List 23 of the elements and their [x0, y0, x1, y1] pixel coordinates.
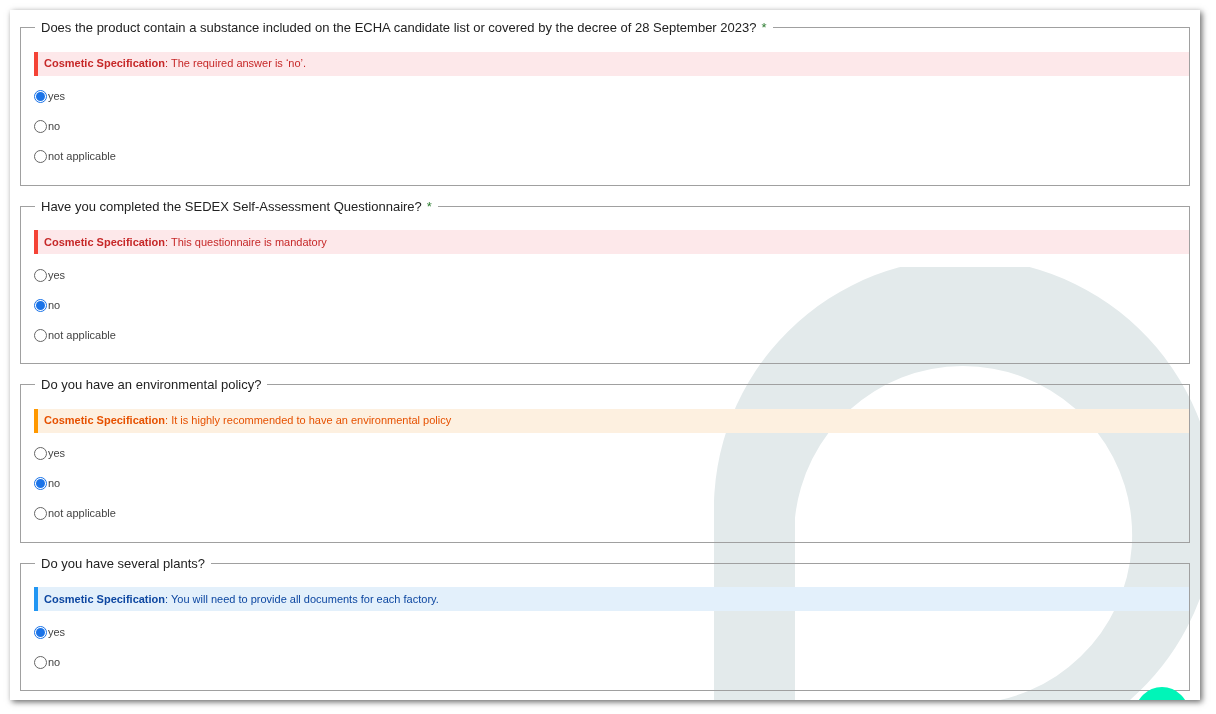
required-mark: *: [761, 20, 767, 35]
radio-option[interactable]: no: [34, 111, 61, 142]
radio-option[interactable]: yes: [34, 617, 66, 647]
radio-option[interactable]: not applicable: [34, 320, 116, 350]
radio-option[interactable]: no: [34, 647, 61, 677]
question-label: Have you completed the SEDEX Self-Assessment Questionnaire?: [41, 198, 422, 214]
question-label: Do you have an environmental policy?: [41, 377, 262, 392]
radio-option[interactable]: no: [34, 468, 61, 499]
required-mark: *: [426, 198, 432, 214]
radio-option[interactable]: yes: [34, 438, 66, 469]
question-label: Does the product contain a substance included on the ECHA candidate list or covered by the decree of 28 September 2023?: [41, 20, 757, 35]
radio-option[interactable]: yes: [34, 260, 66, 290]
radio-option[interactable]: not applicable: [34, 141, 116, 172]
alert-banner: Cosmetic Specification: This questionnaire is mandatory: [34, 230, 1189, 254]
radio-button-icon: [34, 90, 47, 103]
alert-banner: Cosmetic Specification: You will need to provide all documents for each factory.: [34, 587, 1189, 611]
alert-banner: Cosmetic Specification: The required answer is ‘no’.: [34, 51, 1189, 76]
radio-option[interactable]: not applicable: [34, 498, 116, 529]
question-label: Do you have several plants?: [41, 555, 206, 571]
radio-option[interactable]: yes: [34, 81, 66, 112]
radio-button-icon: [34, 477, 47, 490]
alert-banner: Cosmetic Specification: It is highly recommended to have an environmental policy: [34, 408, 1189, 433]
radio-option[interactable]: no: [34, 290, 61, 320]
